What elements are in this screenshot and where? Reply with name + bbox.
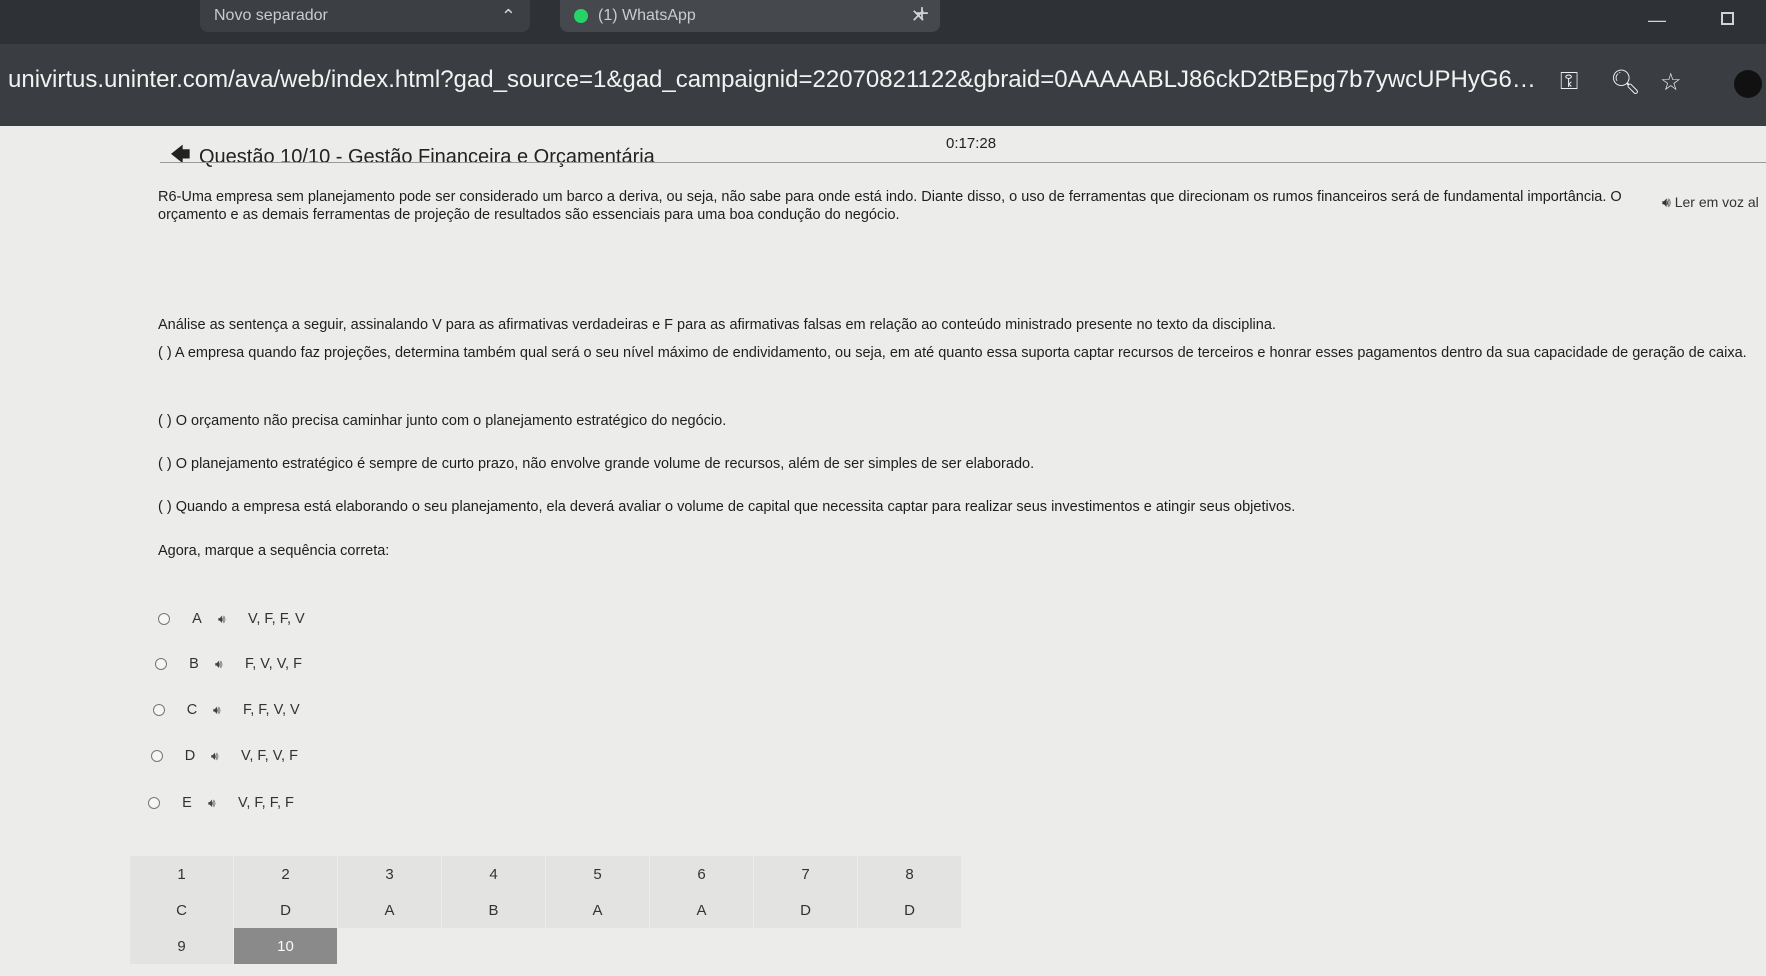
speaker-icon[interactable]: 🔊︎ bbox=[208, 796, 232, 811]
minimize-icon[interactable]: — bbox=[1648, 10, 1666, 31]
back-arrow-icon[interactable]: 🡄 bbox=[170, 140, 191, 174]
option-text: F, V, V, F bbox=[245, 656, 302, 672]
restore-icon[interactable] bbox=[1721, 12, 1734, 25]
question-nav-1[interactable]: 1 bbox=[130, 856, 233, 892]
option-c[interactable]: C 🔊︎ F, F, V, V bbox=[153, 699, 300, 721]
option-letter: D bbox=[184, 748, 196, 764]
speaker-icon[interactable]: 🔊︎ bbox=[215, 657, 239, 672]
question-nav-2[interactable]: 2 bbox=[234, 856, 337, 892]
option-e[interactable]: E 🔊︎ V, F, F, F bbox=[148, 792, 294, 814]
option-b[interactable]: B 🔊︎ F, V, V, F bbox=[155, 653, 302, 675]
tab-title: (1) WhatsApp bbox=[598, 7, 696, 24]
statement-item-2: ( ) O orçamento não precisa caminhar jun… bbox=[158, 413, 727, 429]
answer-cell-5: A bbox=[546, 892, 649, 928]
answer-prompt: Agora, marque a sequência correta: bbox=[158, 543, 390, 559]
answer-cell-4: B bbox=[442, 892, 545, 928]
answer-cell-2: D bbox=[234, 892, 337, 928]
tab-title: Novo separador bbox=[214, 7, 328, 24]
browser-tab-bar: Novo separador ⌃ (1) WhatsApp ✕ + — bbox=[0, 0, 1766, 44]
quiz-page: 0:17:28 🡄 Questão 10/10 - Gestão Finance… bbox=[0, 126, 1766, 976]
question-nav-6[interactable]: 6 bbox=[650, 856, 753, 892]
radio-button[interactable] bbox=[153, 704, 165, 716]
question-nav-8[interactable]: 8 bbox=[858, 856, 961, 892]
whatsapp-icon bbox=[574, 9, 588, 23]
question-statement: R6-Uma empresa sem planejamento pode ser… bbox=[158, 189, 1622, 223]
question-instruction: Análise as sentença a seguir, assinaland… bbox=[158, 317, 1276, 333]
bookmark-star-icon[interactable]: ☆ bbox=[1660, 68, 1682, 97]
address-bar: univirtus.uninter.com/ava/web/index.html… bbox=[0, 44, 1766, 126]
question-nav-4[interactable]: 4 bbox=[442, 856, 545, 892]
speaker-icon[interactable]: 🔊︎ bbox=[211, 749, 235, 764]
timer: 0:17:28 bbox=[946, 135, 997, 152]
speaker-icon[interactable]: 🔊︎ bbox=[218, 612, 242, 627]
radio-button[interactable] bbox=[158, 613, 170, 625]
tab-whatsapp[interactable]: (1) WhatsApp ✕ bbox=[560, 0, 940, 32]
question-nav-5[interactable]: 5 bbox=[546, 856, 649, 892]
option-d[interactable]: D 🔊︎ V, F, V, F bbox=[151, 745, 298, 767]
option-a[interactable]: A 🔊︎ V, F, F, V bbox=[158, 608, 305, 630]
option-text: V, F, F, V bbox=[248, 611, 305, 627]
radio-button[interactable] bbox=[148, 797, 160, 809]
question-title: Questão 10/10 - Gestão Financeira e Orça… bbox=[199, 146, 655, 168]
question-nav-9[interactable]: 9 bbox=[130, 928, 233, 964]
option-letter: A bbox=[192, 611, 202, 627]
statement-item-4: ( ) Quando a empresa está elaborando o s… bbox=[158, 499, 1296, 515]
answer-cell-1: C bbox=[130, 892, 233, 928]
chevron-up-icon[interactable]: ⌃ bbox=[501, 6, 516, 27]
option-text: V, F, V, F bbox=[241, 748, 298, 764]
speaker-icon[interactable]: 🔊︎ bbox=[213, 703, 237, 718]
header-divider bbox=[160, 162, 1766, 163]
question-nav-3[interactable]: 3 bbox=[338, 856, 441, 892]
question-nav-10[interactable]: 10 bbox=[234, 928, 337, 964]
statement-item-3: ( ) O planejamento estratégico é sempre … bbox=[158, 456, 1035, 472]
radio-button[interactable] bbox=[155, 658, 167, 670]
statement-item-1: ( ) A empresa quando faz projeções, dete… bbox=[158, 345, 1747, 361]
search-icon[interactable]: 🔍︎ bbox=[1610, 68, 1640, 97]
option-text: F, F, V, V bbox=[243, 702, 300, 718]
option-text: V, F, F, F bbox=[238, 795, 294, 811]
profile-avatar[interactable] bbox=[1734, 70, 1762, 98]
radio-button[interactable] bbox=[151, 750, 163, 762]
answer-cell-3: A bbox=[338, 892, 441, 928]
option-letter: C bbox=[186, 702, 198, 718]
answer-cell-8: D bbox=[858, 892, 961, 928]
option-letter: E bbox=[182, 795, 192, 811]
answer-cell-6: A bbox=[650, 892, 753, 928]
question-navigation-grid: 1 2 3 4 5 6 7 8 C D A B A A D D 9 10 bbox=[130, 856, 961, 966]
answer-cell-7: D bbox=[754, 892, 857, 928]
url-field[interactable]: univirtus.uninter.com/ava/web/index.html… bbox=[8, 66, 1553, 94]
question-nav-7[interactable]: 7 bbox=[754, 856, 857, 892]
password-key-icon[interactable]: ⚿ bbox=[1560, 68, 1578, 96]
new-tab-button[interactable]: + bbox=[915, 0, 929, 28]
tab-novo-separador[interactable]: Novo separador ⌃ bbox=[200, 0, 530, 32]
option-letter: B bbox=[189, 656, 199, 672]
